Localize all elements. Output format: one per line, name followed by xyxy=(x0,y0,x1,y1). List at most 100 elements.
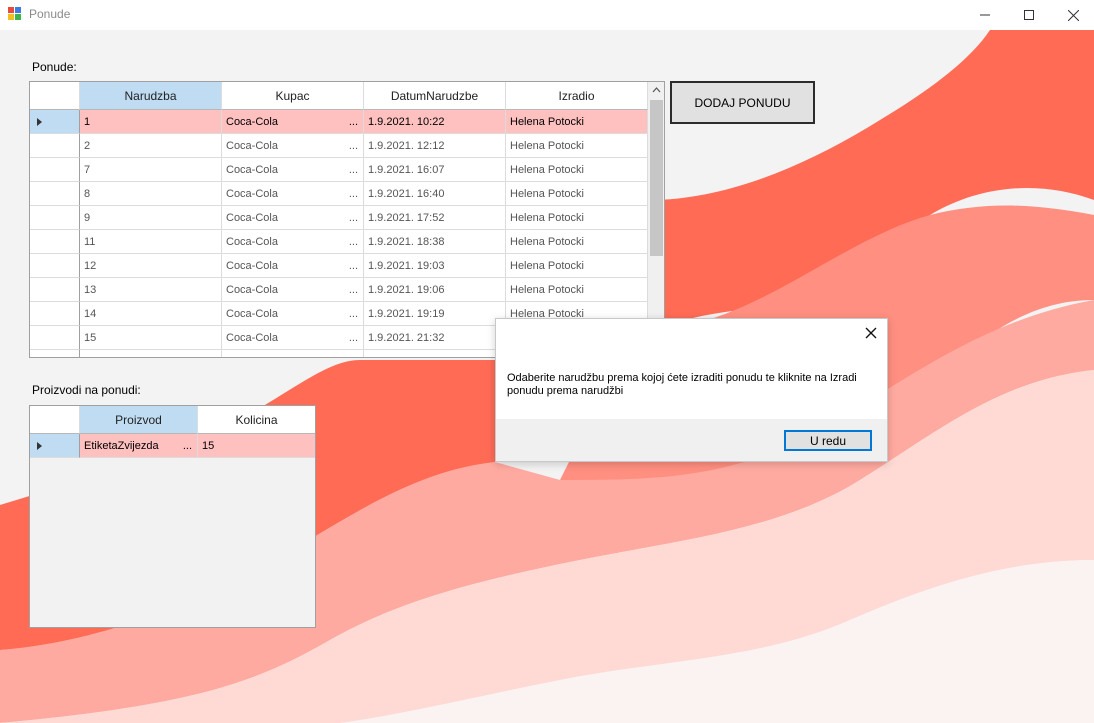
cell-kupac[interactable]: Coca-Cola... xyxy=(222,302,364,326)
cell-narudzba[interactable]: 13 xyxy=(80,278,222,302)
close-button[interactable] xyxy=(1050,0,1094,30)
cell-kupac-text: Coca-Cola xyxy=(226,284,278,296)
cell-narudzba[interactable]: 8 xyxy=(80,182,222,206)
row-selector[interactable] xyxy=(30,182,80,206)
cell-kupac[interactable]: Coca-Cola... xyxy=(222,278,364,302)
cell-izradio[interactable]: Helena Potocki xyxy=(506,182,648,206)
column-header-kolicina[interactable]: Kolicina xyxy=(198,406,315,434)
products-grid[interactable]: Proizvod Kolicina EtiketaZvijezda... 15 xyxy=(29,405,316,628)
cell-izradio[interactable]: Helena Potocki xyxy=(506,110,648,134)
scrollbar-thumb[interactable] xyxy=(650,100,663,256)
cell-kupac[interactable]: Coca-Cola... xyxy=(222,158,364,182)
row-selector[interactable] xyxy=(30,254,80,278)
row-selector[interactable] xyxy=(30,110,80,134)
cell-izradio[interactable]: Helena Potocki xyxy=(506,254,648,278)
cell-proizvod-text: EtiketaZvijezda xyxy=(84,440,159,452)
cell-narudzba[interactable]: 15 xyxy=(80,326,222,350)
cell-datum[interactable]: 1.9.2021. 10:22 xyxy=(364,110,506,134)
row-selector[interactable] xyxy=(30,230,80,254)
ellipsis-icon[interactable]: ... xyxy=(349,134,358,157)
maximize-icon xyxy=(1024,10,1034,20)
close-icon xyxy=(1067,9,1079,21)
cell-kupac-text: Coca-Cola xyxy=(226,212,278,224)
ellipsis-icon[interactable]: ... xyxy=(349,206,358,229)
table-row[interactable]: 2 Coca-Cola... 1.9.2021. 12:12 Helena Po… xyxy=(30,134,648,158)
ellipsis-icon[interactable]: ... xyxy=(349,110,358,133)
row-selector[interactable] xyxy=(30,278,80,302)
ellipsis-icon[interactable]: ... xyxy=(349,182,358,205)
scroll-up-icon[interactable] xyxy=(648,82,665,99)
cell-izradio[interactable]: Helena Potocki xyxy=(506,278,648,302)
cell-narudzba[interactable]: 1 xyxy=(80,110,222,134)
cell-izradio[interactable]: Helena Potocki xyxy=(506,134,648,158)
cell-datum[interactable]: 1.9.2021. 16:40 xyxy=(364,182,506,206)
table-row[interactable]: 7 Coca-Cola... 1.9.2021. 16:07 Helena Po… xyxy=(30,158,648,182)
vertical-scrollbar[interactable] xyxy=(648,82,665,357)
ellipsis-icon[interactable]: ... xyxy=(349,158,358,181)
cell-narudzba[interactable]: 7 xyxy=(80,158,222,182)
ellipsis-icon[interactable]: ... xyxy=(349,302,358,325)
row-selector[interactable] xyxy=(30,326,80,350)
ellipsis-icon[interactable]: ... xyxy=(183,434,192,457)
table-row[interactable]: 1 Coca-Cola... 1.9.2021. 10:22 Helena Po… xyxy=(30,110,648,134)
cell-datum[interactable]: 1.9.2021. 19:06 xyxy=(364,278,506,302)
column-header-kupac[interactable]: Kupac xyxy=(222,82,364,110)
cell-kolicina[interactable]: 15 xyxy=(198,434,315,458)
cell-kupac[interactable] xyxy=(222,350,364,357)
table-row[interactable]: 12 Coca-Cola... 1.9.2021. 19:03 Helena P… xyxy=(30,254,648,278)
cell-izradio[interactable]: Helena Potocki xyxy=(506,206,648,230)
cell-datum[interactable] xyxy=(364,350,506,357)
cell-datum[interactable]: 1.9.2021. 19:19 xyxy=(364,302,506,326)
minimize-button[interactable] xyxy=(962,0,1008,30)
cell-datum[interactable]: 1.9.2021. 19:03 xyxy=(364,254,506,278)
cell-izradio[interactable]: Helena Potocki xyxy=(506,158,648,182)
cell-kupac[interactable]: Coca-Cola... xyxy=(222,110,364,134)
cell-narudzba[interactable]: 14 xyxy=(80,302,222,326)
ellipsis-icon[interactable]: ... xyxy=(349,230,358,253)
cell-kupac[interactable]: Coca-Cola... xyxy=(222,134,364,158)
cell-datum[interactable]: 1.9.2021. 16:07 xyxy=(364,158,506,182)
table-row[interactable]: 11 Coca-Cola... 1.9.2021. 18:38 Helena P… xyxy=(30,230,648,254)
ellipsis-icon[interactable]: ... xyxy=(349,254,358,277)
row-selector[interactable] xyxy=(30,350,80,357)
table-row[interactable]: 8 Coca-Cola... 1.9.2021. 16:40 Helena Po… xyxy=(30,182,648,206)
cell-datum[interactable]: 1.9.2021. 12:12 xyxy=(364,134,506,158)
ellipsis-icon[interactable]: ... xyxy=(349,326,358,349)
cell-narudzba[interactable]: 9 xyxy=(80,206,222,230)
cell-kupac[interactable]: Coca-Cola... xyxy=(222,254,364,278)
cell-kupac[interactable]: Coca-Cola... xyxy=(222,182,364,206)
dialog-close-button[interactable] xyxy=(863,325,879,341)
cell-datum[interactable]: 1.9.2021. 17:52 xyxy=(364,206,506,230)
column-header-proizvod[interactable]: Proizvod xyxy=(80,406,198,434)
cell-narudzba[interactable]: 2 xyxy=(80,134,222,158)
table-row[interactable]: EtiketaZvijezda... 15 xyxy=(30,434,315,458)
message-dialog: Odaberite narudžbu prema kojoj ćete izra… xyxy=(495,318,888,462)
maximize-button[interactable] xyxy=(1006,0,1052,30)
offers-grid[interactable]: Narudzba Kupac DatumNarudzbe Izradio 1 C… xyxy=(29,81,665,358)
cell-proizvod[interactable]: EtiketaZvijezda... xyxy=(80,434,198,458)
row-selector[interactable] xyxy=(30,158,80,182)
column-header-narudzba[interactable]: Narudzba xyxy=(80,82,222,110)
column-header-izradio[interactable]: Izradio xyxy=(506,82,648,110)
cell-kupac-text: Coca-Cola xyxy=(226,308,278,320)
cell-izradio[interactable]: Helena Potocki xyxy=(506,230,648,254)
column-header-datum[interactable]: DatumNarudzbe xyxy=(364,82,506,110)
row-selector[interactable] xyxy=(30,134,80,158)
cell-kupac[interactable]: Coca-Cola... xyxy=(222,326,364,350)
cell-kupac[interactable]: Coca-Cola... xyxy=(222,230,364,254)
cell-kupac-text: Coca-Cola xyxy=(226,164,278,176)
cell-datum[interactable]: 1.9.2021. 18:38 xyxy=(364,230,506,254)
ok-button[interactable]: U redu xyxy=(784,430,872,451)
add-offer-button[interactable]: DODAJ PONUDU xyxy=(670,81,815,124)
cell-narudzba[interactable] xyxy=(80,350,222,357)
row-selector[interactable] xyxy=(30,434,80,458)
cell-kupac[interactable]: Coca-Cola... xyxy=(222,206,364,230)
ellipsis-icon[interactable]: ... xyxy=(349,278,358,301)
cell-datum[interactable]: 1.9.2021. 21:32 xyxy=(364,326,506,350)
row-selector[interactable] xyxy=(30,302,80,326)
table-row[interactable]: 9 Coca-Cola... 1.9.2021. 17:52 Helena Po… xyxy=(30,206,648,230)
cell-narudzba[interactable]: 12 xyxy=(80,254,222,278)
table-row[interactable]: 13 Coca-Cola... 1.9.2021. 19:06 Helena P… xyxy=(30,278,648,302)
cell-narudzba[interactable]: 11 xyxy=(80,230,222,254)
row-selector[interactable] xyxy=(30,206,80,230)
